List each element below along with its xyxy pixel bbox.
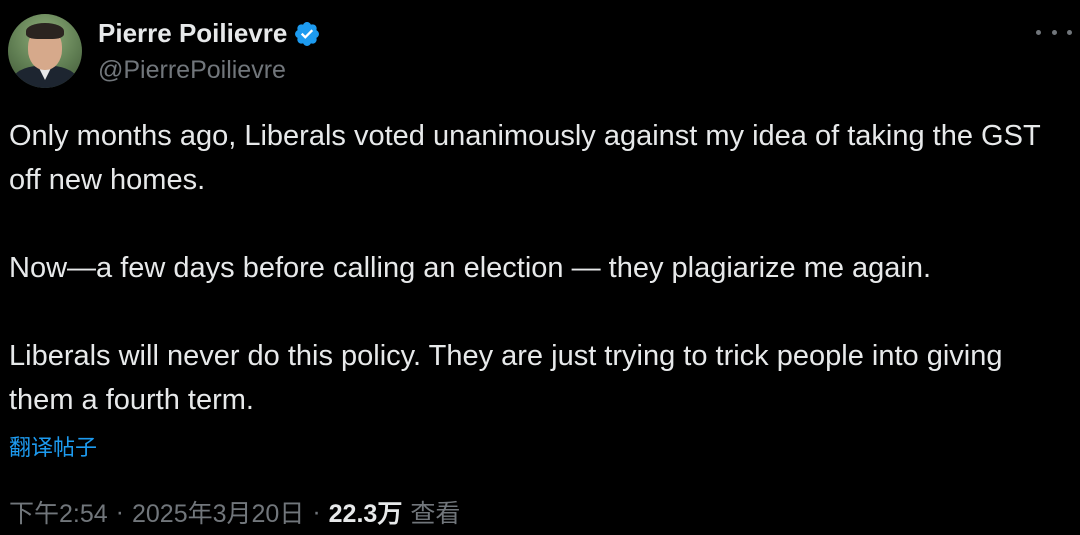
views-count[interactable]: 22.3万 (329, 494, 403, 530)
post-body: Only months ago, Liberals voted unanimou… (9, 114, 1069, 422)
verified-badge-icon[interactable] (293, 20, 321, 48)
avatar-hair (26, 23, 64, 39)
more-dot (1036, 29, 1041, 35)
meta-separator: · (312, 497, 321, 526)
post-paragraph: Only months ago, Liberals voted unanimou… (9, 120, 1041, 196)
more-dot (1051, 29, 1057, 35)
post-date[interactable]: 2025年3月20日 (132, 494, 304, 530)
author-name[interactable]: Pierre Poilievre (98, 18, 287, 49)
avatar[interactable] (8, 14, 82, 88)
post-header: Pierre Poilievre @PierrePoilievre (8, 12, 1072, 92)
meta-separator: · (115, 497, 124, 526)
post-paragraph: Now—a few days before calling an electio… (9, 252, 932, 284)
post-paragraph: Liberals will never do this policy. They… (9, 340, 1003, 416)
post-time[interactable]: 下午2:54 (9, 494, 108, 530)
author-handle[interactable]: @PierrePoilievre (98, 56, 286, 85)
views-label[interactable]: 查看 (410, 494, 460, 530)
translate-post-link[interactable]: 翻译帖子 (9, 430, 97, 462)
post-meta: 下午2:54 · 2025年3月20日 · 22.3万 查看 (9, 494, 460, 530)
more-dot (1067, 29, 1072, 35)
author-name-row: Pierre Poilievre (98, 18, 321, 49)
more-horizontal-icon[interactable] (1036, 20, 1072, 44)
